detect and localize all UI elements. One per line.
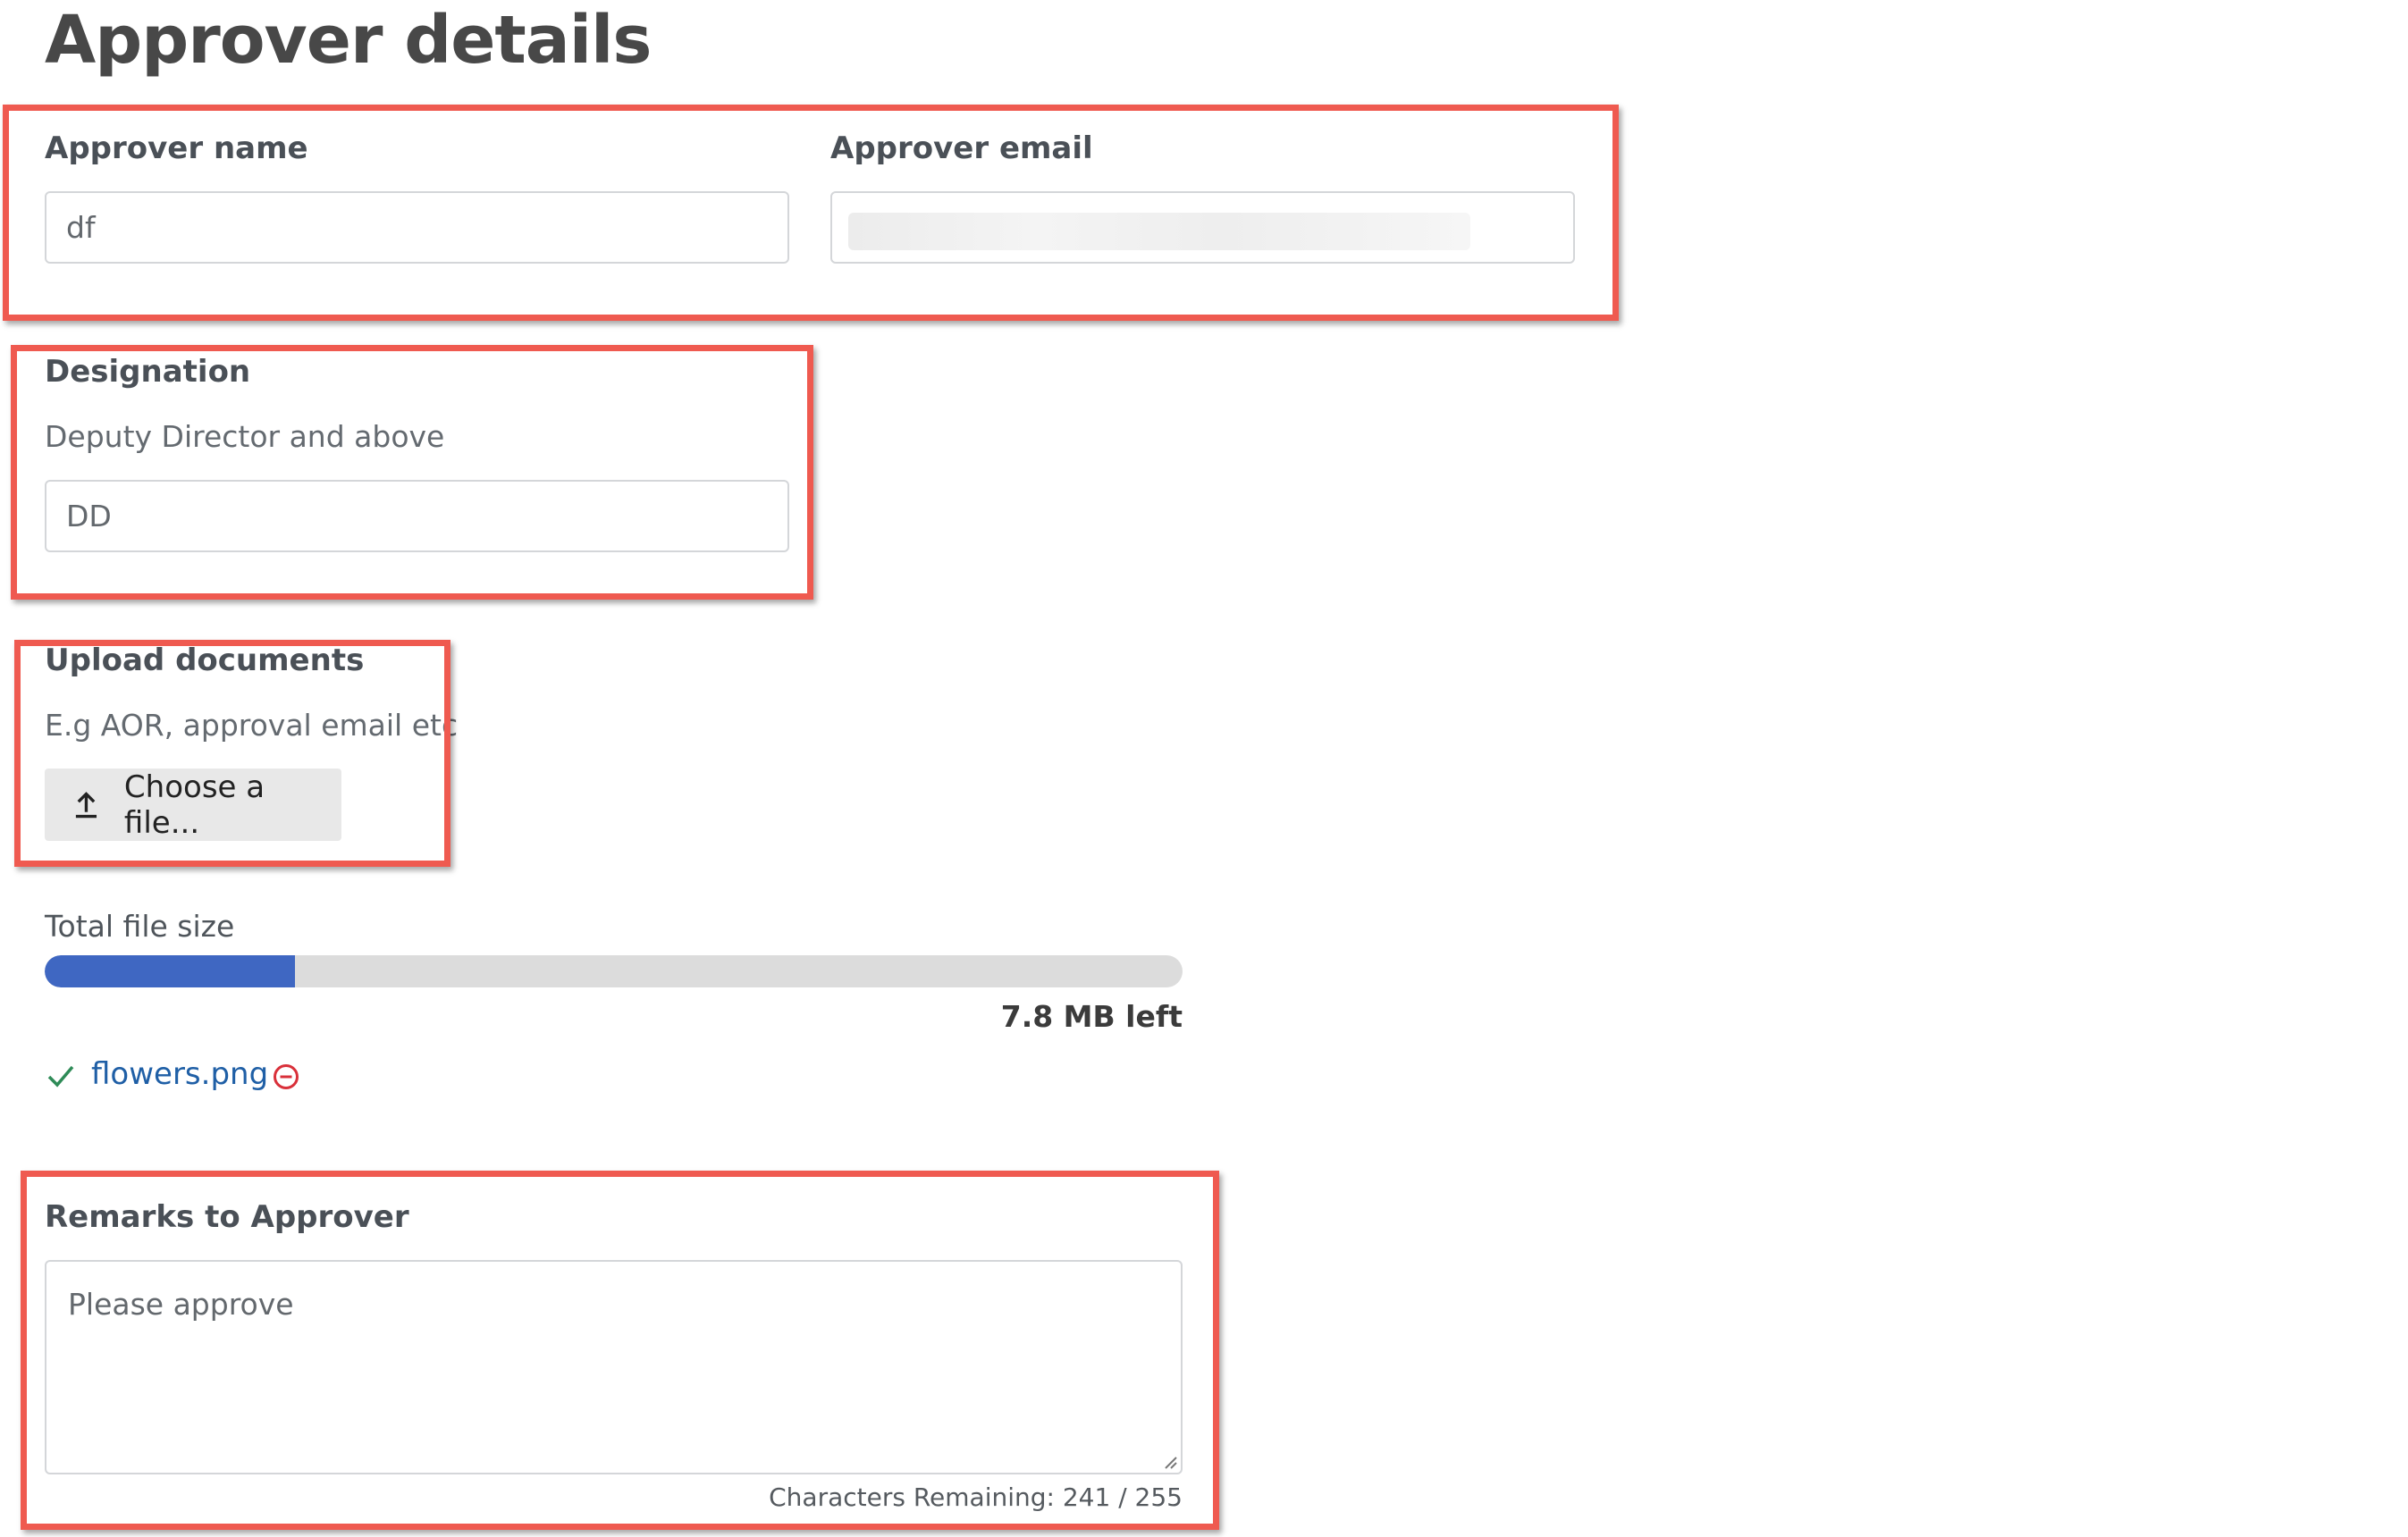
resize-grip-icon[interactable] <box>1161 1453 1177 1469</box>
approver-email-label: Approver email <box>830 130 1093 166</box>
choose-file-label: Choose a file... <box>123 768 265 841</box>
file-size-progress-bar <box>45 955 1183 987</box>
designation-label: Designation <box>45 354 251 390</box>
uploaded-file-link[interactable]: flowers.png <box>91 1056 268 1092</box>
redacted-email <box>848 213 1470 250</box>
remarks-value: Please approve <box>68 1287 294 1322</box>
choose-file-button[interactable]: Choose a file... <box>45 768 341 841</box>
upload-icon <box>75 791 97 818</box>
upload-documents-label: Upload documents <box>45 643 365 678</box>
upload-documents-hint: E.g AOR, approval email etc <box>45 708 459 743</box>
designation-value: DD <box>66 499 112 533</box>
designation-input[interactable]: DD <box>45 480 789 552</box>
approver-name-value: df <box>66 210 96 245</box>
page-title: Approver details <box>45 2 652 79</box>
file-size-progress-fill <box>45 955 296 987</box>
remove-circle-icon[interactable] <box>272 1062 300 1091</box>
approver-name-input[interactable]: df <box>45 191 789 264</box>
remarks-textarea[interactable]: Please approve <box>45 1260 1183 1474</box>
remarks-label: Remarks to Approver <box>45 1199 409 1235</box>
approver-name-label: Approver name <box>45 130 308 166</box>
file-size-remaining: 7.8 MB left <box>1000 999 1183 1034</box>
total-file-size-label: Total file size <box>45 909 235 944</box>
designation-hint: Deputy Director and above <box>45 419 445 454</box>
characters-remaining: Characters Remaining: 241 / 255 <box>769 1482 1183 1512</box>
check-icon <box>47 1065 74 1088</box>
